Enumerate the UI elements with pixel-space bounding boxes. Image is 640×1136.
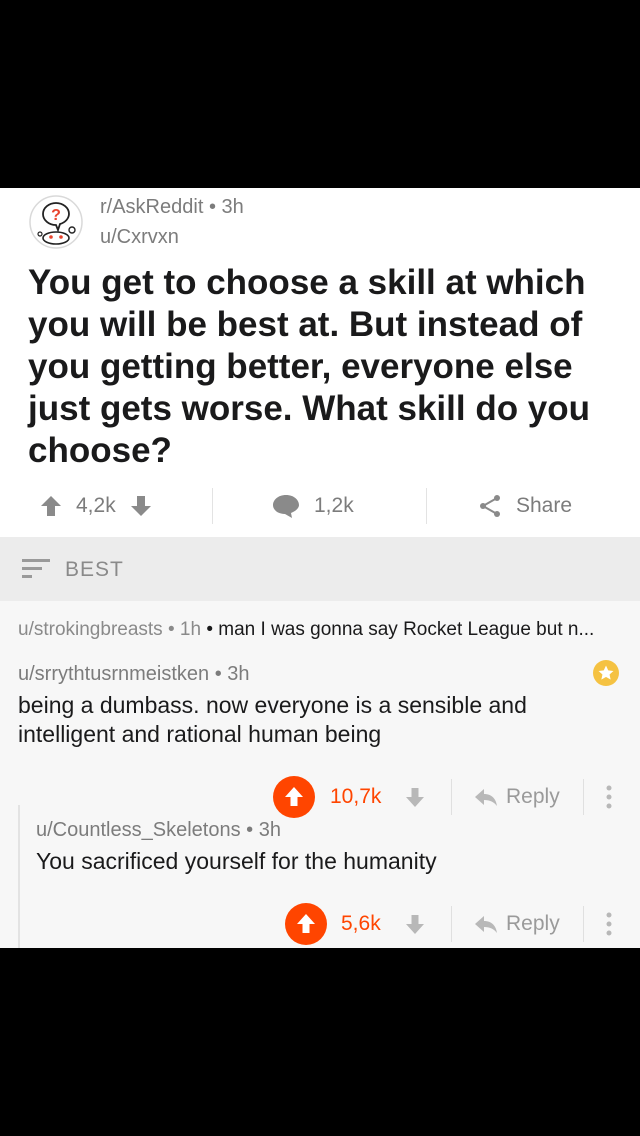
post-author[interactable]: u/Cxrvxn [100,226,179,249]
comment-body: You sacrificed yourself for the humanity [36,848,437,874]
action-divider [583,779,584,815]
action-divider [451,906,452,942]
sort-label: BEST [65,558,124,581]
comment-meta: u/srrythtusrnmeistken • 3h [18,663,250,686]
reply-button[interactable]: Reply [474,785,560,809]
post-header: ? r/AskReddit • 3h u/Cxrvxn [0,188,640,250]
comment-count: 1,2k [314,494,354,517]
sort-icon [22,559,50,578]
comment-score: 10,7k [330,785,382,808]
post-age: 3h [221,196,244,218]
comment-icon [273,495,299,518]
comments-button[interactable]: 1,2k [272,476,354,536]
thread-line[interactable] [18,805,20,948]
comment-age: 1h [179,619,202,640]
comment-age: 3h [258,819,281,841]
share-icon [480,495,500,517]
action-divider [451,779,452,815]
separator-dot: • [206,619,219,640]
svg-text:?: ? [51,207,61,224]
kebab-icon[interactable] [606,912,612,936]
separator-dot: • [246,819,259,841]
post-score: 4,2k [76,494,116,517]
downvote-icon[interactable] [130,494,152,518]
share-label: Share [516,494,573,517]
post-vote-group: 4,2k [40,476,152,536]
kebab-icon[interactable] [606,785,612,809]
comment-author[interactable]: u/strokingbreasts [18,619,163,640]
upvote-icon [285,787,303,806]
subreddit-name[interactable]: r/AskReddit [100,196,203,218]
post-actions: 4,2k 1,2k Share [0,476,640,536]
award-icon [593,660,619,686]
share-button[interactable]: Share [478,476,572,536]
action-divider [426,488,427,524]
comment-body: being a dumbass. now everyone is a sensi… [18,692,527,747]
separator-dot: • [208,196,222,218]
upvote-icon[interactable] [40,494,62,518]
comments-section: u/strokingbreasts • 1h • man I was gonna… [0,601,640,948]
reply-icon [475,916,497,933]
downvote-icon[interactable] [405,786,425,808]
reply-label: Reply [506,785,560,808]
collapsed-comment[interactable]: u/strokingbreasts • 1h • man I was gonna… [18,619,628,641]
upvote-button[interactable] [273,776,315,818]
reply-button[interactable]: Reply [474,912,560,936]
separator-dot: • [167,619,180,640]
sort-bar[interactable]: BEST [0,537,640,601]
upvote-button[interactable] [285,903,327,945]
subreddit-line: r/AskReddit • 3h [100,196,244,219]
action-divider [212,488,213,524]
screen: ? r/AskReddit • 3h u/Cxrvxn You get to c… [0,188,640,948]
comment-author[interactable]: u/srrythtusrnmeistken [18,663,209,685]
comment-preview: man I was gonna say Rocket League but n.… [218,619,595,640]
reply-label: Reply [506,912,560,935]
reply-icon [475,789,497,806]
askreddit-snoo-icon[interactable]: ? [28,194,84,250]
comment-meta: u/Countless_Skeletons • 3h [36,819,281,842]
downvote-icon[interactable] [405,913,425,935]
comment-score: 5,6k [341,912,381,935]
post-title: You get to choose a skill at which you w… [28,263,591,470]
comment-age: 3h [227,663,250,685]
comment-author[interactable]: u/Countless_Skeletons [36,819,241,841]
upvote-icon [297,914,315,933]
separator-dot: • [214,663,228,685]
action-divider [583,906,584,942]
